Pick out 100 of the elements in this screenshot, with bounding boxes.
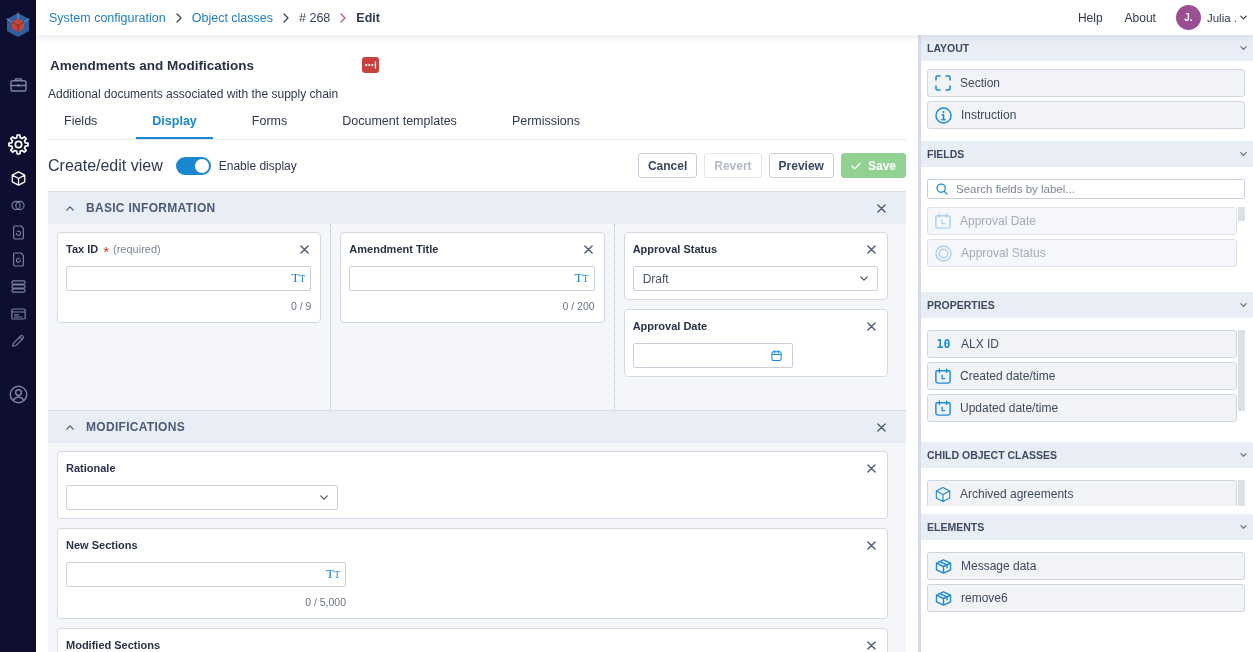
chevron-up-icon[interactable] [66, 424, 74, 430]
text-input[interactable]: TT [349, 266, 595, 291]
package-icon [935, 558, 952, 574]
chevron-right-icon [340, 12, 347, 23]
palette-item[interactable]: Instruction [927, 101, 1245, 129]
date-input[interactable] [632, 343, 793, 368]
chevron-down-icon [320, 495, 328, 500]
palette-item[interactable]: Archived agreements [927, 480, 1237, 506]
server-icon[interactable] [10, 280, 26, 293]
required-mark: * [103, 242, 110, 257]
field-label: Tax ID [66, 242, 99, 256]
group-title: LAYOUT [927, 42, 970, 54]
chevron-down-icon[interactable] [1240, 46, 1247, 50]
chevron-right-icon [283, 12, 289, 23]
close-icon[interactable] [583, 244, 593, 254]
close-icon[interactable] [867, 463, 876, 473]
package-icon [935, 590, 952, 606]
window-icon[interactable] [10, 307, 26, 320]
close-icon[interactable] [867, 540, 876, 550]
cube-icon[interactable] [10, 170, 26, 186]
tab[interactable]: Document templates [326, 104, 473, 139]
chevron-down-icon[interactable] [1240, 152, 1247, 156]
calendar-clock-icon [935, 213, 951, 229]
chevron-down-icon[interactable] [1240, 453, 1247, 457]
char-counter: 0 / 200 [562, 299, 595, 314]
user-name[interactable]: Julia . [1206, 11, 1237, 24]
field-label: New Sections [66, 538, 138, 552]
char-counter: 0 / 5,000 [305, 595, 346, 610]
scrollbar [1238, 207, 1245, 221]
section-title: MODIFICATIONS [86, 420, 185, 434]
header-link[interactable]: About [1124, 10, 1156, 25]
object-description: Additional documents associated with the supply chain [48, 86, 340, 102]
chevron-down-icon[interactable] [1240, 525, 1247, 529]
document-icon[interactable] [11, 252, 25, 267]
select-field[interactable] [66, 485, 338, 510]
info-icon [935, 106, 952, 124]
document-icon[interactable] [11, 225, 25, 240]
close-icon[interactable] [867, 640, 876, 650]
action-button[interactable]: Preview [768, 153, 834, 178]
search-icon [936, 183, 948, 195]
breadcrumb-link[interactable]: Object classes [191, 10, 273, 25]
text-format-icon: TT [291, 272, 306, 285]
calendar-clock-icon [935, 400, 951, 416]
radio-icon [935, 244, 952, 262]
chevron-up-icon[interactable] [66, 205, 74, 211]
tab[interactable]: Display [136, 104, 213, 139]
breadcrumb-current: Edit [356, 10, 380, 25]
rings-icon[interactable] [11, 200, 25, 211]
group-title: PROPERTIES [927, 299, 995, 311]
pencil-icon[interactable] [11, 333, 25, 348]
field-label: Approval Status [632, 242, 717, 256]
palette-item[interactable]: 10 ALX ID [927, 330, 1237, 358]
user-icon[interactable] [8, 384, 28, 404]
avatar[interactable]: J. [1175, 5, 1201, 30]
group-title: ELEMENTS [927, 521, 985, 533]
cube-icon [935, 485, 951, 503]
view-title: Create/edit view [48, 156, 163, 175]
toggle-switch[interactable] [175, 156, 211, 175]
close-icon[interactable] [867, 244, 876, 254]
field-label: Approval Date [632, 319, 708, 333]
dots-icon [362, 57, 379, 73]
char-counter: 0 / 9 [290, 299, 312, 314]
breadcrumb-item: # 268 [299, 10, 331, 25]
close-icon[interactable] [877, 203, 886, 213]
toggle-label: Enable display [218, 158, 297, 173]
close-icon[interactable] [867, 321, 876, 331]
palette-item[interactable]: remove6 [927, 584, 1245, 612]
section-title: BASIC INFORMATION [86, 201, 216, 215]
group-title: CHILD OBJECT CLASSES [927, 449, 1058, 461]
field-label: Rationale [66, 461, 116, 475]
text-format-icon: TT [574, 272, 589, 285]
text-format-icon: TT [325, 568, 340, 581]
palette-item[interactable]: Section [927, 69, 1245, 97]
close-icon[interactable] [877, 422, 886, 432]
logo-icon[interactable] [6, 12, 30, 38]
text-input[interactable]: TT [66, 562, 346, 587]
chevron-down-icon[interactable] [1240, 303, 1247, 307]
chevron-down-icon[interactable] [1240, 15, 1247, 20]
field-label: Amendment Title [349, 242, 439, 256]
header-link[interactable]: Help [1077, 10, 1103, 25]
select-field[interactable]: Draft [632, 266, 878, 291]
palette-item[interactable]: Updated date/time [927, 394, 1237, 422]
scrollbar [1238, 480, 1245, 506]
settings-icon[interactable] [7, 133, 29, 155]
chevron-down-icon [860, 276, 868, 281]
search-field[interactable]: Search fields by label... [927, 179, 1245, 199]
group-title: FIELDS [927, 148, 965, 160]
check-icon [850, 161, 861, 170]
close-icon[interactable] [300, 244, 310, 254]
field-note: (required) [113, 243, 161, 255]
tab[interactable]: Fields [48, 104, 114, 139]
palette-item[interactable]: Created date/time [927, 362, 1237, 390]
briefcase-icon[interactable] [9, 76, 27, 92]
breadcrumb-link[interactable]: System configuration [49, 10, 166, 25]
tab[interactable]: Forms [235, 104, 304, 139]
action-button[interactable]: Cancel [637, 153, 698, 178]
text-input[interactable]: TT [66, 266, 312, 291]
palette-item[interactable]: Message data [927, 552, 1245, 580]
tab[interactable]: Permissions [495, 104, 596, 139]
calendar-clock-icon [935, 368, 951, 384]
